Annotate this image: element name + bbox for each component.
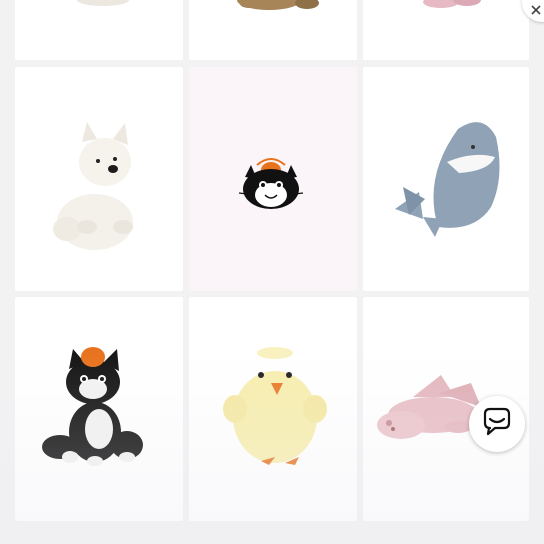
close-button[interactable] <box>522 0 544 22</box>
black-cat-logo-icon <box>238 158 304 209</box>
product-card-brand-placeholder[interactable] <box>189 67 357 291</box>
chat-button[interactable] <box>469 396 525 452</box>
grey-shark-plush-icon <box>395 122 500 237</box>
product-card-yellow-chick[interactable] <box>189 297 357 521</box>
product-card-top-right[interactable] <box>363 0 529 60</box>
product-card-westie-dog[interactable] <box>15 67 183 291</box>
product-card-shark[interactable] <box>363 67 529 291</box>
pink-plush-partial-icon <box>423 0 481 8</box>
white-terrier-plush-icon <box>53 122 133 250</box>
product-card-top-left[interactable] <box>15 0 183 60</box>
chat-bubble-icon <box>483 407 511 436</box>
close-icon <box>531 5 541 15</box>
product-card-black-cat[interactable] <box>15 297 183 521</box>
yellow-chick-plush-icon <box>223 347 327 465</box>
product-card-top-middle[interactable] <box>189 0 357 60</box>
black-cat-plush-icon <box>42 347 143 466</box>
product-grid <box>0 0 544 544</box>
bear-plush-partial-icon <box>237 0 319 10</box>
plush-partial-icon <box>77 0 129 6</box>
